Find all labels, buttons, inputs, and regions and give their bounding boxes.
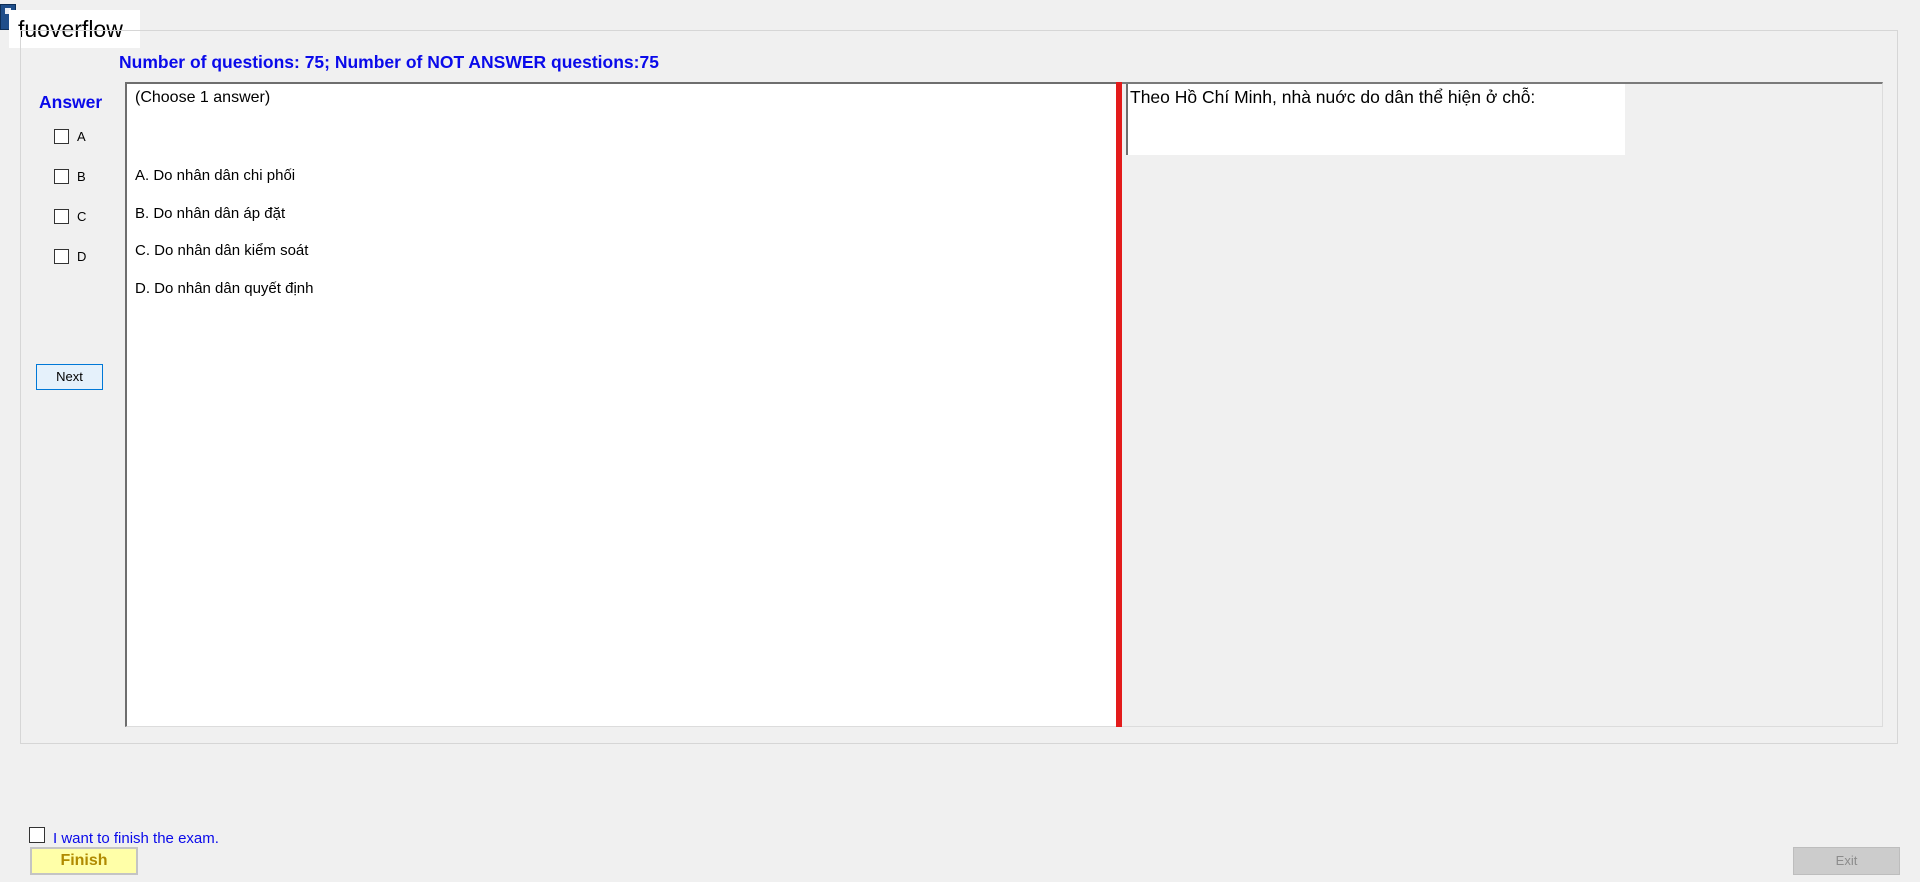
answer-a-label: A (77, 128, 86, 144)
exit-button[interactable]: Exit (1793, 847, 1900, 875)
question-text: Theo Hồ Chí Minh, nhà nuớc do dân thể hi… (1130, 87, 1536, 107)
answer-c-label: C (77, 208, 87, 224)
question-count-status: Number of questions: 75; Number of NOT A… (119, 52, 659, 72)
finish-confirm-row[interactable]: I want to finish the exam. (29, 822, 219, 847)
answer-b-checkbox[interactable] (54, 168, 69, 184)
answer-d-label: D (77, 248, 87, 264)
answer-option-b[interactable]: B (54, 166, 86, 186)
choice-b-text: B. Do nhân dân áp đặt (135, 205, 286, 222)
choose-answer-note: (Choose 1 answer) (135, 89, 271, 106)
answer-c-checkbox[interactable] (54, 208, 69, 224)
choice-c-text: C. Do nhân dân kiểm soát (135, 242, 309, 259)
answer-option-c[interactable]: C (54, 206, 86, 226)
answer-heading: Answer (39, 92, 103, 112)
choice-d-text: D. Do nhân dân quyết định (135, 280, 314, 297)
question-pane (1122, 82, 1883, 727)
choice-a-text: A. Do nhân dân chi phối (135, 167, 296, 184)
finish-confirm-label: I want to finish the exam. (53, 830, 219, 847)
answer-d-checkbox[interactable] (54, 248, 69, 264)
answer-b-label: B (77, 168, 86, 184)
finish-button[interactable]: Finish (30, 847, 138, 875)
next-button[interactable]: Next (36, 364, 103, 390)
answer-a-checkbox[interactable] (54, 128, 69, 144)
answer-option-a[interactable]: A (54, 126, 86, 146)
finish-confirm-checkbox[interactable] (29, 826, 45, 843)
answer-option-d[interactable]: D (54, 246, 86, 266)
